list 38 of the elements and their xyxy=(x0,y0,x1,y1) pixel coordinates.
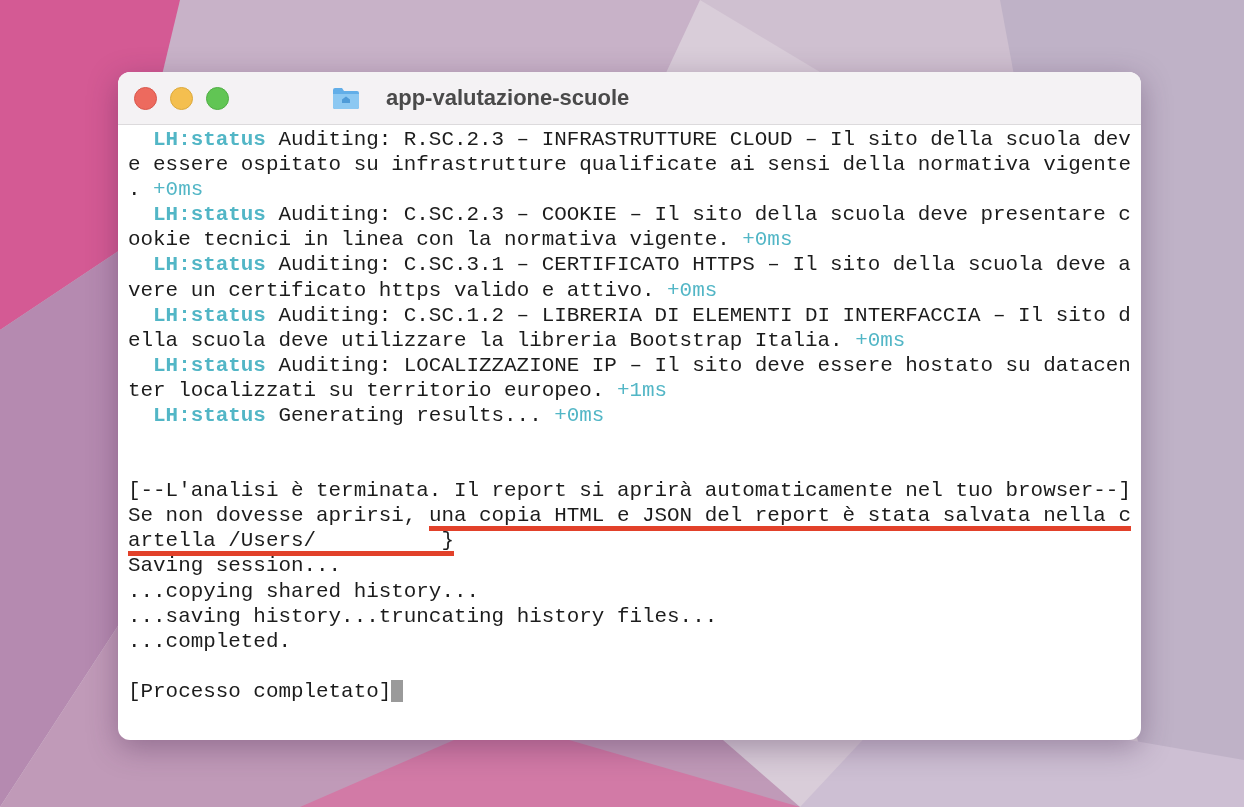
status-tag: LH:status xyxy=(153,403,266,429)
timing-text: +0ms xyxy=(742,227,793,253)
underlined-text: una copia HTML e JSON del report è stata salvata nella c xyxy=(428,506,1131,532)
output-text: ...copying shared history... xyxy=(128,578,480,604)
output-text: ter localizzati su territorio europeo. xyxy=(128,377,606,404)
status-tag: LH:status xyxy=(153,202,266,228)
folder-icon xyxy=(332,86,360,110)
output-text: Auditing: R.SC.2.3 – INFRASTRUTTURE CLOUD – Il sito della scuola dev xyxy=(277,127,1131,153)
status-tag: LH:status xyxy=(153,127,266,153)
output-text: Se non dovesse aprirsi, xyxy=(128,503,418,529)
timing-text: +0ms xyxy=(153,177,204,203)
output-text: Auditing: C.SC.2.3 – COOKIE – Il sito della scuola deve presentare c xyxy=(277,202,1131,228)
output-text: ...saving history...truncating history files... xyxy=(128,603,718,629)
output-text: ...completed. xyxy=(128,628,291,654)
output-text: Auditing: C.SC.1.2 – LIBRERIA DI ELEMENTI DI INTERFACCIA – Il sito d xyxy=(277,302,1131,328)
close-button[interactable] xyxy=(134,86,157,110)
timing-text: +0ms xyxy=(855,327,906,353)
output-text: vere un certificato https valido e attivo. xyxy=(128,277,656,303)
timing-text: +1ms xyxy=(616,377,668,404)
window-title: app-valutazione-scuole xyxy=(386,85,630,111)
status-tag: LH:status xyxy=(153,302,266,328)
output-text: ella scuola deve utilizzare la libreria Bootstrap Italia. xyxy=(128,327,844,353)
output-text: Auditing: LOCALIZZAZIONE IP – Il sito deve essere hostato su datacen xyxy=(277,352,1131,378)
status-tag: LH:status xyxy=(153,352,266,378)
output-text: . xyxy=(128,177,142,203)
timing-text: +0ms xyxy=(554,403,605,429)
output-text: e essere ospitato su infrastrutture qualificate ai sensi della normativa vigente xyxy=(128,152,1131,178)
output-text: [Processo completato] xyxy=(128,678,392,704)
cursor-block xyxy=(391,680,404,703)
minimize-button[interactable] xyxy=(170,86,193,110)
output-text: ookie tecnici in linea con la normativa vigente. xyxy=(128,227,731,253)
status-tag: LH:status xyxy=(153,252,266,278)
output-text: Auditing: C.SC.3.1 – CERTIFICATO HTTPS – Il sito della scuola deve a xyxy=(277,252,1131,278)
output-text: Generating results... xyxy=(277,403,543,429)
zoom-button[interactable] xyxy=(206,86,229,110)
underlined-text: artella /Users/ } xyxy=(128,531,454,557)
output-text: [--L'analisi è terminata. Il report si aprirà automaticamente nel tuo browser--] xyxy=(128,478,1131,504)
timing-text: +0ms xyxy=(667,277,718,303)
